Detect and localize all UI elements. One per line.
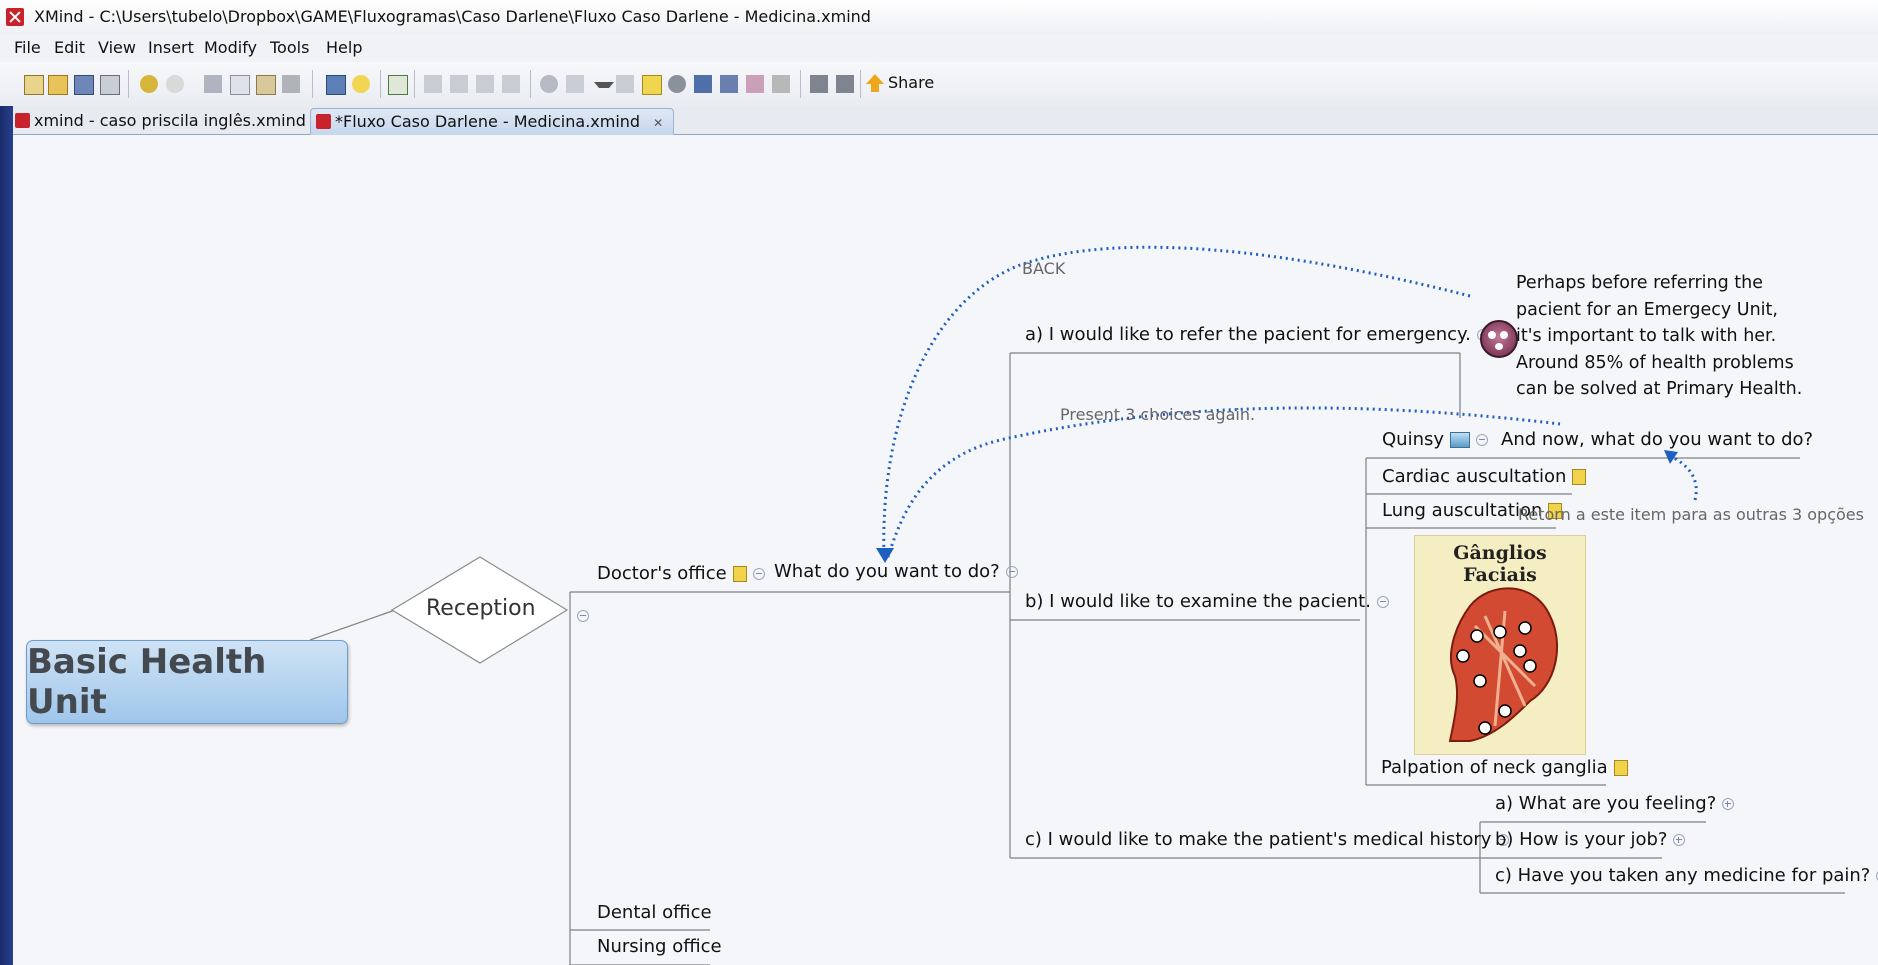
topic-and-now[interactable]: And now, what do you want to do? (1501, 429, 1813, 450)
note-icon[interactable] (1572, 469, 1587, 485)
topic-label: What do you want to do? (774, 561, 1000, 582)
callout-line: Perhaps before referring the (1516, 273, 1763, 293)
callout-line: can be solved at Primary Health. (1516, 379, 1803, 399)
head-anatomy-illustration (1448, 587, 1558, 742)
collapse-toggle[interactable] (577, 609, 589, 622)
callout-line: it's important to talk with her. (1516, 326, 1777, 346)
relationship-label-return[interactable]: Retorn a este item para as outras 3 opçõ… (1518, 505, 1864, 524)
relationship-label-present-choices[interactable]: Present 3 choices again. (1060, 405, 1255, 424)
connector-central-reception (309, 609, 396, 641)
topic-label: b) I would like to examine the pacient. (1025, 591, 1371, 612)
collapse-toggle[interactable] (1476, 434, 1489, 446)
topic-label: b) How is your job? (1495, 829, 1668, 850)
topic-option-c[interactable]: c) I would like to make the patient's me… (1025, 829, 1510, 850)
topic-doctors-office[interactable]: Doctor's office (597, 563, 765, 584)
topic-dental-office[interactable]: Dental office (597, 902, 712, 923)
shocked-face-icon (1480, 320, 1518, 358)
note-icon[interactable] (1613, 760, 1628, 776)
map-connectors (309, 245, 1845, 965)
arrowhead-return (1664, 450, 1678, 464)
topic-quinsy[interactable]: Quinsy (1382, 429, 1489, 450)
relationship-return (1667, 453, 1698, 501)
topic-label: a) I would like to refer the pacient for… (1025, 324, 1471, 345)
topic-label: Cardiac auscultation (1382, 466, 1567, 487)
facial-ganglia-image[interactable]: Gânglios Faciais (1414, 535, 1586, 755)
callout-primary-health[interactable]: Perhaps before referring the pacient for… (1516, 270, 1802, 403)
expand-toggle[interactable] (1722, 798, 1735, 810)
topic-history-b[interactable]: b) How is your job? (1495, 829, 1686, 850)
collapse-toggle[interactable] (1376, 596, 1389, 608)
topic-history-c[interactable]: c) Have you taken any medicine for pain? (1495, 865, 1878, 886)
note-icon[interactable] (732, 566, 747, 582)
callout-line: Around 85% of health problems (1516, 352, 1794, 373)
collapse-toggle[interactable] (1005, 566, 1018, 578)
central-topic-basic-health-unit[interactable]: Basic Health Unit (26, 640, 348, 724)
collapse-toggle[interactable] (752, 568, 765, 580)
expand-toggle[interactable] (1673, 834, 1686, 846)
topic-what-do-you-want[interactable]: What do you want to do? (774, 561, 1018, 582)
relationship-label-back[interactable]: BACK (1022, 259, 1065, 278)
topic-option-a[interactable]: a) I would like to refer the pacient for… (1025, 324, 1489, 345)
topic-label: c) I would like to make the patient's me… (1025, 829, 1492, 850)
topic-nursing-office[interactable]: Nursing office (597, 936, 722, 957)
topic-label: Palpation of neck ganglia (1381, 757, 1608, 778)
topic-history-a[interactable]: a) What are you feeling? (1495, 793, 1735, 814)
callout-line: pacient for an Emergecy Unit, (1516, 299, 1778, 320)
image-icon[interactable] (1450, 432, 1471, 448)
topic-option-b[interactable]: b) I would like to examine the pacient. (1025, 591, 1389, 612)
topic-palpation-neck-ganglia[interactable]: Palpation of neck ganglia (1381, 757, 1628, 778)
topic-cardiac-auscultation[interactable]: Cardiac auscultation (1382, 466, 1587, 487)
topic-reception[interactable]: Reception (426, 596, 536, 621)
topic-label: c) Have you taken any medicine for pain? (1495, 865, 1871, 886)
topic-label: Quinsy (1382, 429, 1445, 450)
topic-label: a) What are you feeling? (1495, 793, 1717, 814)
topic-label: Doctor's office (597, 563, 727, 584)
